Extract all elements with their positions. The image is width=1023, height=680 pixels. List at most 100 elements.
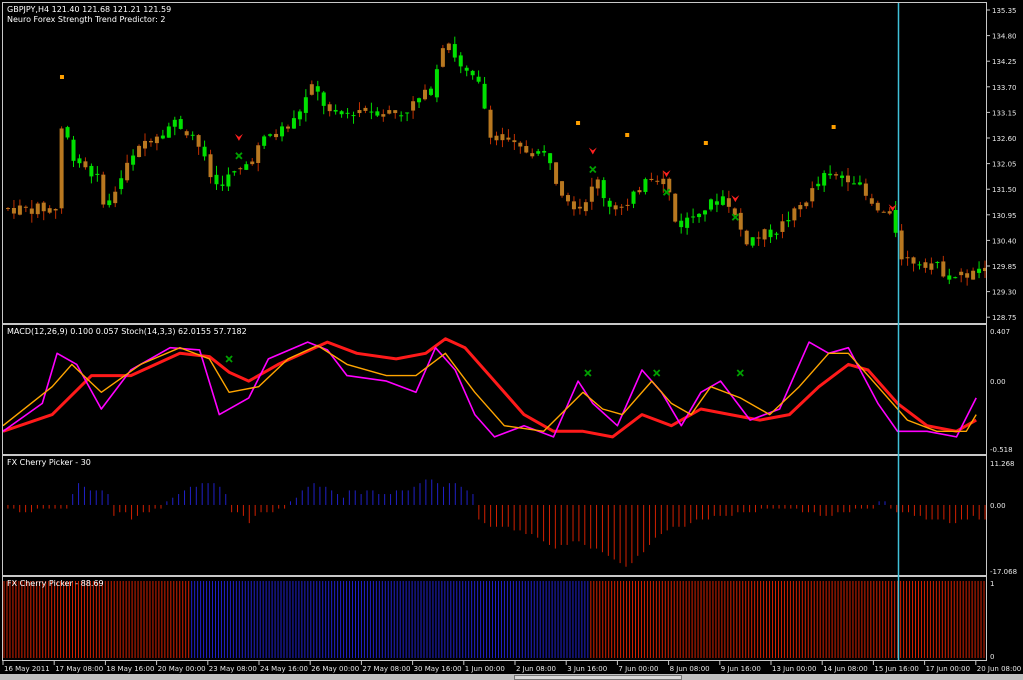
candle-body bbox=[154, 136, 159, 144]
candle-body bbox=[619, 206, 624, 208]
candle-body bbox=[166, 126, 171, 138]
x-marker-icon bbox=[736, 369, 744, 377]
x-marker-icon bbox=[225, 355, 233, 363]
cherry-picker-30-pane[interactable]: FX Cherry Picker - 30 bbox=[2, 455, 987, 576]
candle-body bbox=[953, 277, 958, 279]
macd-tick-label: -0.518 bbox=[990, 446, 1013, 454]
candle-body bbox=[464, 67, 469, 71]
candle-body bbox=[983, 267, 986, 272]
candle-body bbox=[738, 212, 743, 230]
candle-body bbox=[631, 191, 636, 204]
candle-body bbox=[351, 115, 356, 117]
candle-body bbox=[393, 110, 398, 114]
candle-body bbox=[417, 98, 422, 103]
cherry1-tick-label: -17.068 bbox=[990, 568, 1017, 576]
candle-body bbox=[893, 209, 898, 233]
sell-arrow-icon bbox=[234, 133, 243, 141]
candle-body bbox=[160, 135, 165, 139]
candles bbox=[5, 36, 986, 286]
candle-body bbox=[202, 146, 207, 157]
candle-body bbox=[822, 173, 827, 186]
time-tick-label: 23 May 08:00 bbox=[209, 665, 257, 673]
candle-body bbox=[363, 107, 368, 111]
price-chart[interactable] bbox=[3, 3, 986, 323]
x-marker-icon bbox=[589, 165, 597, 174]
candle-body bbox=[268, 134, 273, 136]
cherry1-tick-label: 11.268 bbox=[990, 460, 1015, 468]
macd-pane[interactable]: MACD(12,26,9) 0.100 0.057 Stoch(14,3,3) … bbox=[2, 324, 987, 455]
candle-body bbox=[714, 201, 719, 205]
candle-body bbox=[971, 270, 976, 280]
candle-body bbox=[244, 164, 249, 170]
candle-body bbox=[369, 111, 374, 113]
candle-body bbox=[560, 181, 565, 196]
candle-body bbox=[280, 126, 285, 137]
macd-label: MACD(12,26,9) 0.100 0.057 Stoch(14,3,3) … bbox=[7, 327, 247, 336]
candle-body bbox=[691, 216, 696, 218]
candle-body bbox=[756, 237, 761, 239]
candle-body bbox=[238, 168, 243, 170]
x-marker-icon bbox=[653, 369, 661, 377]
time-tick-label: 18 May 16:00 bbox=[106, 665, 154, 673]
candle-body bbox=[786, 220, 791, 222]
candle-body bbox=[726, 198, 731, 207]
candle-body bbox=[595, 179, 600, 189]
cherry-picker-88-pane[interactable]: FX Cherry Picker - 88.69 bbox=[2, 576, 987, 661]
candle-body bbox=[17, 205, 22, 215]
candle-body bbox=[977, 268, 982, 273]
symbol-label: GBPJPY,H4 121.40 121.68 121.21 121.59 bbox=[7, 5, 172, 14]
candle-body bbox=[143, 140, 148, 149]
price-pane[interactable]: GBPJPY,H4 121.40 121.68 121.21 121.59 Ne… bbox=[2, 2, 987, 324]
price-tick-label: 133.15 bbox=[992, 109, 1017, 117]
macd-chart[interactable] bbox=[3, 325, 986, 454]
candle-body bbox=[857, 182, 862, 185]
candle-body bbox=[256, 145, 261, 163]
time-tick-label: 26 May 00:00 bbox=[311, 665, 359, 673]
candle-body bbox=[482, 83, 487, 109]
candle-body bbox=[137, 145, 142, 158]
x-marker-icon bbox=[731, 213, 739, 221]
price-tick-label: 128.75 bbox=[992, 314, 1017, 322]
price-tick-label: 133.70 bbox=[992, 84, 1017, 92]
cherry-picker-88-chart[interactable] bbox=[3, 577, 986, 660]
candle-body bbox=[524, 146, 529, 153]
candle-body bbox=[488, 109, 493, 138]
candle-body bbox=[554, 162, 559, 184]
x-marker-icon bbox=[235, 152, 243, 160]
candle-body bbox=[685, 217, 690, 228]
candle-body bbox=[315, 86, 320, 92]
candle-body bbox=[65, 127, 70, 138]
time-tick-label: 1 Jun 00:00 bbox=[465, 665, 505, 673]
candle-body bbox=[655, 180, 660, 182]
candle-body bbox=[637, 190, 642, 193]
time-tick-label: 27 May 08:00 bbox=[362, 665, 410, 673]
signal-dot-icon bbox=[59, 75, 64, 79]
candle-body bbox=[220, 184, 225, 186]
candle-body bbox=[190, 134, 195, 136]
candle-body bbox=[697, 213, 702, 218]
candle-body bbox=[297, 111, 302, 120]
chart-tab[interactable] bbox=[514, 675, 682, 680]
candle-body bbox=[107, 200, 112, 206]
candle-body bbox=[744, 230, 749, 245]
candle-body bbox=[512, 140, 517, 143]
candle-body bbox=[274, 133, 279, 138]
candle-body bbox=[178, 119, 183, 129]
candle-body bbox=[881, 211, 886, 213]
candle-body bbox=[184, 131, 189, 136]
candle-body bbox=[71, 139, 76, 161]
time-tick-label: 17 Jun 00:00 bbox=[926, 665, 970, 673]
candle-body bbox=[607, 200, 612, 207]
candle-body bbox=[518, 142, 523, 147]
candle-body bbox=[708, 199, 713, 210]
cherry-picker-30-chart[interactable] bbox=[3, 456, 986, 575]
price-tick-label: 130.40 bbox=[992, 237, 1017, 245]
candle-body bbox=[196, 135, 201, 147]
candle-body bbox=[381, 114, 386, 117]
signal-dot-icon bbox=[703, 141, 708, 145]
candle-body bbox=[23, 206, 28, 208]
time-tick-label: 24 May 16:00 bbox=[260, 665, 308, 673]
candle-body bbox=[768, 229, 773, 238]
price-tick-label: 131.50 bbox=[992, 186, 1017, 194]
candle-body bbox=[77, 158, 82, 164]
